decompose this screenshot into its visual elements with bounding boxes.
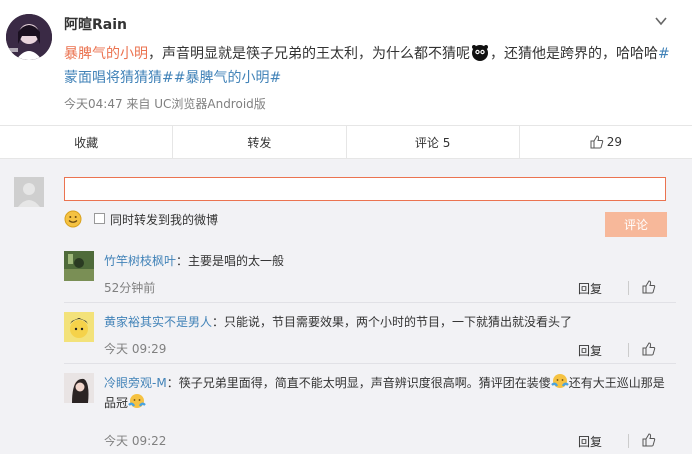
post-text-part1: ，声音明显就是筷子兄弟的王太利，为什么都不猜呢: [148, 46, 470, 62]
commenter-avatar[interactable]: [64, 312, 94, 342]
chevron-down-icon[interactable]: [654, 14, 668, 28]
comment-time: 今天 09:22: [104, 434, 167, 448]
comment-button[interactable]: 评论 5: [347, 126, 520, 158]
author-name[interactable]: 阿暄Rain: [64, 14, 127, 34]
post-text-part2: ，还猜他是跨界的，哈哈哈: [490, 46, 658, 62]
commenter-name[interactable]: 竹竿树枝枫叶: [104, 254, 176, 268]
black-blob-emoji-icon: [472, 45, 488, 61]
forward-label: 转发: [247, 135, 272, 150]
my-avatar: [14, 177, 44, 207]
commenter-avatar[interactable]: [64, 251, 94, 281]
divider: [628, 281, 629, 295]
topic-link-xiaoming[interactable]: 暴脾气的小明: [64, 46, 148, 62]
post-meta: 今天04:47 来自 UC浏览器Android版: [64, 97, 266, 111]
forward-button[interactable]: 转发: [173, 126, 347, 158]
divider: [628, 434, 629, 448]
author-avatar[interactable]: [6, 14, 52, 60]
comments-panel: 同时转发到我的微博 评论 竹竿树枝枫叶：主要是唱的太一般 52分钟前 回复 黄家…: [0, 159, 692, 454]
topic-link-xiaoming-2[interactable]: #暴脾气的小明#: [174, 70, 281, 86]
comment-body: ：筷子兄弟里面得，简直不能太明显，声音辨识度很高啊。猜评团在装傻: [166, 376, 551, 390]
comment-separator: [64, 363, 676, 364]
comment-body: ：只能说，节目需要效果，两个小时的节目，一下就猜出就没看头了: [212, 315, 573, 329]
comment-text: 冷眼旁观-M：筷子兄弟里面得，简直不能太明显，声音辨识度很高啊。猜评团在装傻 还有…: [104, 373, 676, 413]
commenter-avatar[interactable]: [64, 373, 94, 403]
thumbs-up-icon[interactable]: [642, 342, 656, 356]
favorite-label: 收藏: [74, 135, 99, 150]
hug-emoji-icon: [128, 394, 146, 408]
divider: [628, 343, 629, 357]
reply-button[interactable]: 回复: [578, 433, 602, 450]
thumbs-up-icon[interactable]: [642, 280, 656, 294]
post-action-bar: 收藏 转发 评论 5 29: [0, 125, 692, 159]
comment-time: 52分钟前: [104, 281, 156, 295]
like-count: 29: [606, 135, 623, 149]
comment-time: 今天 09:29: [104, 342, 167, 356]
comment-separator: [64, 302, 676, 303]
comment-label: 评论 5: [414, 135, 451, 150]
post-content: 暴脾气的小明，声音明显就是筷子兄弟的王太利，为什么都不猜呢 ，还猜他是跨界的，哈哈…: [64, 42, 676, 90]
reply-button[interactable]: 回复: [578, 280, 602, 297]
comment-text: 竹竿树枝枫叶：主要是唱的太一般: [104, 251, 676, 271]
hug-emoji-icon: [550, 374, 569, 388]
commenter-name[interactable]: 黄家裕其实不是男人: [104, 315, 212, 329]
comment-input[interactable]: [64, 177, 666, 201]
weibo-post: 阿暄Rain 暴脾气的小明，声音明显就是筷子兄弟的王太利，为什么都不猜呢 ，还猜他…: [0, 0, 692, 125]
comment-text: 黄家裕其实不是男人：只能说，节目需要效果，两个小时的节目，一下就猜出就没看头了: [104, 312, 676, 332]
like-button[interactable]: 29: [520, 126, 692, 158]
smile-icon[interactable]: [64, 210, 82, 228]
thumbs-up-icon: [590, 135, 603, 149]
thumbs-up-icon[interactable]: [642, 433, 656, 447]
forward-checkbox[interactable]: [94, 213, 105, 224]
reply-button[interactable]: 回复: [578, 342, 602, 359]
forward-checkbox-label: 同时转发到我的微博: [110, 213, 219, 227]
comment-body: ：主要是唱的太一般: [176, 254, 285, 268]
favorite-button[interactable]: 收藏: [0, 126, 174, 158]
commenter-name[interactable]: 冷眼旁观-M: [104, 376, 167, 390]
submit-comment-button[interactable]: 评论: [605, 212, 667, 237]
